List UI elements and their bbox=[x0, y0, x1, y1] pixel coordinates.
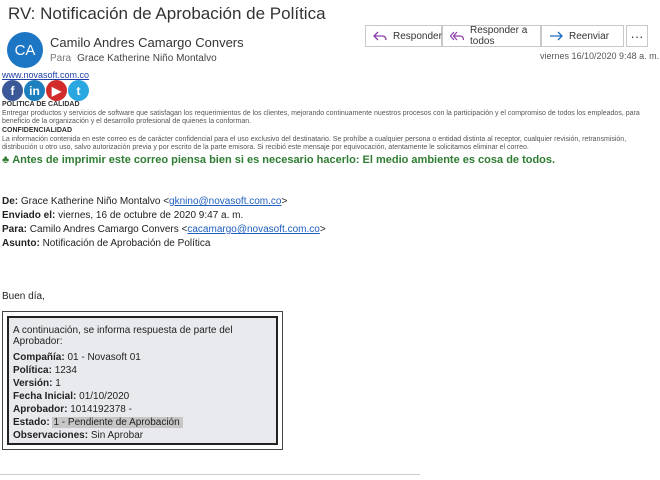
reply-all-button[interactable]: Responder a todos bbox=[442, 25, 541, 47]
sent-label: Enviado el: bbox=[2, 210, 56, 221]
subject-value: Notificación de Aprobación de Política bbox=[42, 238, 211, 249]
field-status: Estado: 1 - Pendiente de Aprobación bbox=[13, 417, 183, 428]
field-start-date: Fecha Inicial: 01/10/2020 bbox=[13, 391, 129, 402]
to-end: > bbox=[319, 224, 326, 235]
from-end: > bbox=[281, 196, 288, 207]
field-value: 01 - Novasoft 01 bbox=[67, 352, 141, 363]
sender-name[interactable]: Camilo Andres Camargo Convers bbox=[50, 35, 244, 50]
facebook-icon[interactable]: f bbox=[2, 80, 23, 101]
recipient-line: Para Grace Katherine Niño Montalvo bbox=[50, 53, 217, 64]
field-value: 1014192378 - bbox=[70, 404, 132, 415]
forward-from-line: De: Grace Katherine Niño Montalvo <gknin… bbox=[2, 196, 287, 207]
to-header-label: Para: bbox=[2, 224, 28, 235]
forward-to-line: Para: Camilo Andres Camargo Convers <cac… bbox=[2, 224, 326, 235]
forward-subject-line: Asunto: Notificación de Aprobación de Po… bbox=[2, 238, 210, 249]
to-header-name: Camilo Andres Camargo Convers < bbox=[29, 224, 188, 235]
field-approver: Aprobador: 1014192378 - bbox=[13, 404, 132, 415]
field-value: 1234 bbox=[54, 365, 77, 376]
approval-table: A continuación, se informa respuesta de … bbox=[2, 311, 283, 450]
field-value: 01/10/2020 bbox=[79, 391, 130, 402]
reply-icon bbox=[373, 30, 387, 42]
linkedin-icon[interactable]: in bbox=[24, 80, 45, 101]
sender-avatar[interactable]: CA bbox=[7, 32, 43, 68]
status-value-highlight: 1 - Pendiente de Aprobación bbox=[52, 417, 183, 428]
field-value: Sin Aprobar bbox=[90, 430, 144, 441]
message-actions: Responder Responder a todos Reenviar bbox=[365, 25, 624, 47]
field-label: Fecha Inicial: bbox=[13, 391, 77, 402]
field-label: Compañía: bbox=[13, 352, 65, 363]
confidentiality-title: CONFIDENCIALIDAD bbox=[2, 127, 72, 134]
from-email-link[interactable]: gknino@novasoft.com.co bbox=[169, 196, 281, 207]
sent-value: viernes, 16 de octubre de 2020 9:47 a. m… bbox=[58, 210, 244, 221]
social-icons: f in ▶ t bbox=[2, 80, 90, 101]
reply-all-icon bbox=[450, 30, 464, 42]
field-version: Versión: 1 bbox=[13, 378, 61, 389]
reply-label: Responder bbox=[393, 30, 442, 42]
field-company: Compañía: 01 - Novasoft 01 bbox=[13, 352, 141, 363]
recipient-name[interactable]: Grace Katherine Niño Montalvo bbox=[77, 53, 217, 64]
field-label: Versión: bbox=[13, 378, 53, 389]
to-email-link[interactable]: cacamargo@novasoft.com.co bbox=[187, 224, 319, 235]
from-label: De: bbox=[2, 196, 19, 207]
reply-button[interactable]: Responder bbox=[365, 25, 442, 47]
more-actions-button[interactable]: ··· bbox=[626, 25, 648, 47]
quality-policy-text: Entregar productos y servicios de softwa… bbox=[2, 110, 640, 125]
field-label: Estado: bbox=[13, 417, 50, 428]
divider bbox=[0, 474, 420, 475]
field-label: Observaciones: bbox=[13, 430, 89, 441]
environment-note-text: Antes de imprimir este correo piensa bie… bbox=[12, 154, 556, 166]
email-subject: RV: Notificación de Aprobación de Políti… bbox=[8, 4, 326, 23]
quality-policy-title: POLITICA DE CALIDAD bbox=[2, 101, 80, 108]
field-label: Política: bbox=[13, 365, 52, 376]
forward-icon bbox=[549, 30, 563, 42]
youtube-icon[interactable]: ▶ bbox=[46, 80, 67, 101]
field-label: Aprobador: bbox=[13, 404, 68, 415]
company-website-link[interactable]: www.novasoft.com.co bbox=[2, 70, 89, 80]
environment-note: ♣ Antes de imprimir este correo piensa b… bbox=[2, 154, 555, 166]
received-date: viernes 16/10/2020 9:48 a. m. bbox=[540, 51, 660, 61]
field-policy: Política: 1234 bbox=[13, 365, 77, 376]
to-label: Para bbox=[50, 53, 72, 64]
subject-label: Asunto: bbox=[2, 238, 40, 249]
greeting-text: Buen día, bbox=[2, 291, 45, 302]
leaf-icon: ♣ bbox=[2, 154, 10, 166]
forward-sent-line: Enviado el: viernes, 16 de octubre de 20… bbox=[2, 210, 243, 221]
approval-details: A continuación, se informa respuesta de … bbox=[7, 316, 278, 445]
forward-button[interactable]: Reenviar bbox=[541, 25, 624, 47]
twitter-icon[interactable]: t bbox=[68, 80, 89, 101]
forward-label: Reenviar bbox=[569, 30, 610, 42]
confidentiality-text: La información contenida en este correo … bbox=[2, 136, 627, 151]
approval-intro: A continuación, se informa respuesta de … bbox=[13, 325, 233, 347]
from-name: Grace Katherine Niño Montalvo < bbox=[20, 196, 170, 207]
reply-all-label: Responder a todos bbox=[470, 25, 528, 47]
field-observations: Observaciones: Sin Aprobar bbox=[13, 430, 143, 441]
field-value: 1 bbox=[55, 378, 61, 389]
